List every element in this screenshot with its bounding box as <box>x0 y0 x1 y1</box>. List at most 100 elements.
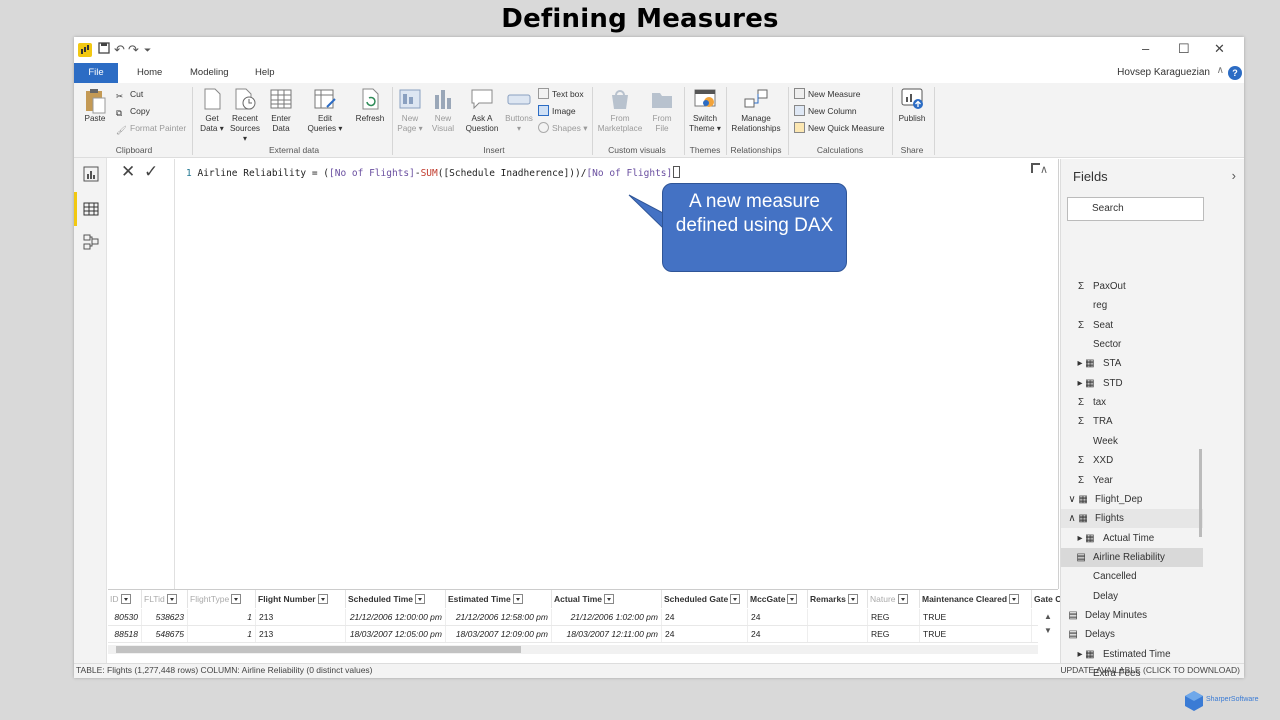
fields-scrollbar[interactable] <box>1199 449 1202 537</box>
column-header[interactable]: Gate Char <box>1032 590 1062 608</box>
collapse-ribbon-icon[interactable]: ∧ <box>1217 65 1224 76</box>
column-filter-icon[interactable] <box>604 594 615 604</box>
column-header[interactable]: MccGate <box>748 590 808 608</box>
tab-home[interactable]: Home <box>137 63 162 83</box>
undo-icon[interactable]: ↶ <box>114 42 125 58</box>
copy-button[interactable]: ⧉ Copy <box>116 104 150 118</box>
field-type-icon: ▤ <box>1076 551 1086 563</box>
column-filter-icon[interactable] <box>166 594 177 604</box>
enter-data-button[interactable]: Enter Data <box>268 87 294 134</box>
column-header[interactable]: Flight Number <box>256 590 346 608</box>
field-item[interactable]: Sector <box>1061 335 1203 354</box>
field-item[interactable]: ▤ Airline Reliability <box>1061 547 1203 567</box>
new-page-button[interactable]: New Page ▾ <box>396 87 424 134</box>
maximize-button[interactable]: ☐ <box>1178 41 1190 57</box>
column-header[interactable]: Nature <box>868 590 920 608</box>
field-item[interactable]: ▸ ▦ STA <box>1061 354 1203 373</box>
cut-button[interactable]: ✂ Cut <box>116 87 143 101</box>
field-item[interactable]: Σ PaxOut <box>1061 277 1203 296</box>
help-icon[interactable]: ? <box>1228 66 1242 80</box>
horizontal-scrollbar[interactable] <box>108 645 1038 654</box>
column-filter-icon[interactable] <box>1009 594 1020 604</box>
collapse-fields-icon[interactable]: › <box>1232 168 1236 183</box>
recent-sources-button[interactable]: Recent Sources ▾ <box>228 87 262 144</box>
close-button[interactable]: ✕ <box>1214 41 1225 57</box>
report-view-icon[interactable] <box>83 166 99 182</box>
field-item[interactable]: Delay <box>1061 587 1203 606</box>
new-quick-measure-button[interactable]: New Quick Measure <box>794 121 885 135</box>
column-filter-icon[interactable] <box>512 594 523 604</box>
field-item[interactable]: ▸ ▦ Actual Time <box>1061 529 1203 548</box>
commit-formula-icon[interactable]: ✓ <box>144 162 158 182</box>
field-item[interactable]: reg <box>1061 296 1203 315</box>
new-measure-button[interactable]: New Measure <box>794 87 860 101</box>
format-painter-button[interactable]: 🖌 Format Painter <box>116 121 186 135</box>
tab-modeling[interactable]: Modeling <box>190 63 229 83</box>
expand-formula-icon[interactable]: ∧ <box>1040 163 1048 176</box>
field-item[interactable]: Cancelled <box>1061 567 1203 586</box>
scroll-thumb[interactable] <box>116 646 521 653</box>
field-item[interactable]: ▸ ▦ Estimated Time <box>1061 645 1203 664</box>
user-name[interactable]: Hovsep Karaguezian <box>1117 63 1210 83</box>
column-header[interactable]: ID <box>108 590 142 608</box>
ask-question-button[interactable]: Ask A Question <box>462 87 502 134</box>
model-view-icon[interactable] <box>83 234 99 250</box>
formula-bar[interactable]: ✕ ✓ 1 Airline Reliability = ([No of Flig… <box>108 159 1058 589</box>
column-filter-icon[interactable] <box>787 594 798 604</box>
image-button[interactable]: Image <box>538 104 576 118</box>
edit-queries-button[interactable]: Edit Queries ▾ <box>306 87 344 134</box>
from-file-button[interactable]: From File <box>648 87 676 134</box>
field-item[interactable]: Σ XXD <box>1061 451 1203 470</box>
fields-search-input[interactable]: Search <box>1067 197 1204 221</box>
manage-relationships-button[interactable]: Manage Relationships <box>730 87 782 134</box>
column-filter-icon[interactable] <box>231 594 242 604</box>
text-box-button[interactable]: Text box <box>538 87 584 101</box>
column-filter-icon[interactable] <box>415 594 426 604</box>
redo-icon[interactable]: ↷ <box>128 42 139 58</box>
customize-qat-icon[interactable]: ⏷ <box>144 45 151 56</box>
field-item[interactable]: Σ Seat <box>1061 316 1203 335</box>
field-item[interactable]: Week <box>1061 432 1203 451</box>
field-item[interactable]: ∨ ▦ Flight_Dep <box>1061 490 1203 509</box>
field-item[interactable]: ∧ ▦ Flights <box>1061 509 1203 529</box>
column-filter-icon[interactable] <box>897 594 908 604</box>
get-data-button[interactable]: Get Data ▾ <box>198 87 226 134</box>
field-item[interactable]: Σ TRA <box>1061 412 1203 431</box>
field-item[interactable]: Σtax <box>1061 393 1203 412</box>
field-item[interactable]: ▤ Delay Minutes <box>1061 606 1203 625</box>
switch-theme-button[interactable]: Switch Theme ▾ <box>688 87 722 134</box>
column-header[interactable]: Estimated Time <box>446 590 552 608</box>
paste-button[interactable]: Paste <box>80 87 110 124</box>
column-header[interactable]: Remarks <box>808 590 868 608</box>
new-visual-button[interactable]: New Visual <box>430 87 456 134</box>
field-item[interactable]: Σ Year <box>1061 471 1203 490</box>
refresh-button[interactable]: Refresh <box>354 87 386 124</box>
new-column-button[interactable]: New Column <box>794 104 857 118</box>
data-view-icon[interactable] <box>83 201 99 217</box>
cancel-formula-icon[interactable]: ✕ <box>121 162 135 182</box>
column-filter-icon[interactable] <box>730 594 741 604</box>
from-marketplace-button[interactable]: From Marketplace <box>596 87 644 134</box>
vertical-scroll-arrows[interactable]: ▲ ▼ <box>1044 610 1052 638</box>
field-item[interactable]: ▸ ▦ STD <box>1061 374 1203 393</box>
column-filter-icon[interactable] <box>847 594 858 604</box>
column-filter-icon[interactable] <box>317 594 328 604</box>
column-header[interactable]: Scheduled Time <box>346 590 446 608</box>
shapes-button[interactable]: Shapes ▾ <box>538 121 587 135</box>
tab-file[interactable]: File <box>74 63 118 83</box>
column-header[interactable]: Actual Time <box>552 590 662 608</box>
dax-formula-editor[interactable]: 1 Airline Reliability = ([No of Flights]… <box>186 166 681 179</box>
column-filter-icon[interactable] <box>120 594 131 604</box>
column-header[interactable]: FLTid <box>142 590 188 608</box>
column-header[interactable]: Scheduled Gate <box>662 590 748 608</box>
table-cell: 548675 <box>142 626 188 642</box>
field-item[interactable]: Extra Fees <box>1061 664 1203 678</box>
save-icon[interactable] <box>98 42 110 57</box>
tab-help[interactable]: Help <box>255 63 275 83</box>
column-header[interactable]: FlightType <box>188 590 256 608</box>
publish-button[interactable]: Publish <box>896 87 928 124</box>
minimize-button[interactable]: – <box>1142 41 1149 56</box>
field-item[interactable]: ▤ Delays <box>1061 625 1203 644</box>
buttons-button[interactable]: Buttons ▾ <box>504 87 534 134</box>
column-header[interactable]: Maintenance Cleared <box>920 590 1032 608</box>
